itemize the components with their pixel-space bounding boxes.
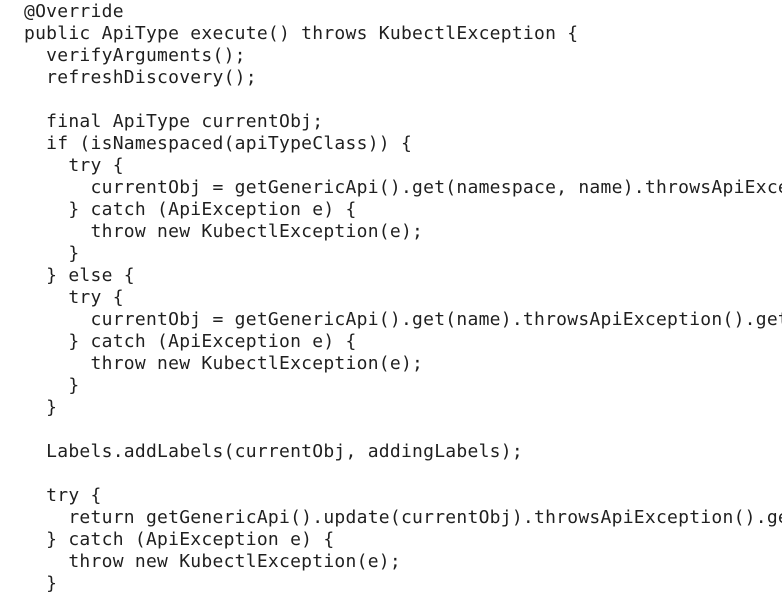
code-line: } xyxy=(24,243,80,264)
code-line: } catch (ApiException e) { xyxy=(24,529,335,550)
code-line: } else { xyxy=(24,265,135,286)
code-line: if (isNamespaced(apiTypeClass)) { xyxy=(24,133,413,154)
code-line: } catch (ApiException e) { xyxy=(24,331,357,352)
code-line: currentObj = getGenericApi().get(namespa… xyxy=(24,177,782,198)
code-line: } xyxy=(24,375,80,396)
code-line: } xyxy=(24,397,58,418)
code-line: try { xyxy=(24,287,124,308)
code-line: final ApiType currentObj; xyxy=(24,111,324,132)
code-line: currentObj = getGenericApi().get(name).t… xyxy=(24,309,782,330)
code-line: throw new KubectlException(e); xyxy=(24,551,401,572)
code-block: @Override public ApiType execute() throw… xyxy=(24,1,782,595)
code-line: return getGenericApi().update(currentObj… xyxy=(24,507,782,528)
code-line: throw new KubectlException(e); xyxy=(24,221,424,242)
code-line: } xyxy=(24,573,58,594)
code-line: try { xyxy=(24,485,102,506)
code-line: throw new KubectlException(e); xyxy=(24,353,424,374)
code-line: Labels.addLabels(currentObj, addingLabel… xyxy=(24,441,523,462)
code-line: public ApiType execute() throws KubectlE… xyxy=(24,23,579,44)
code-line: refreshDiscovery(); xyxy=(24,67,257,88)
code-line: @Override xyxy=(24,1,124,22)
code-view: @Override public ApiType execute() throw… xyxy=(0,0,782,597)
code-line: verifyArguments(); xyxy=(24,45,246,66)
code-line: try { xyxy=(24,155,124,176)
code-line: } catch (ApiException e) { xyxy=(24,199,357,220)
